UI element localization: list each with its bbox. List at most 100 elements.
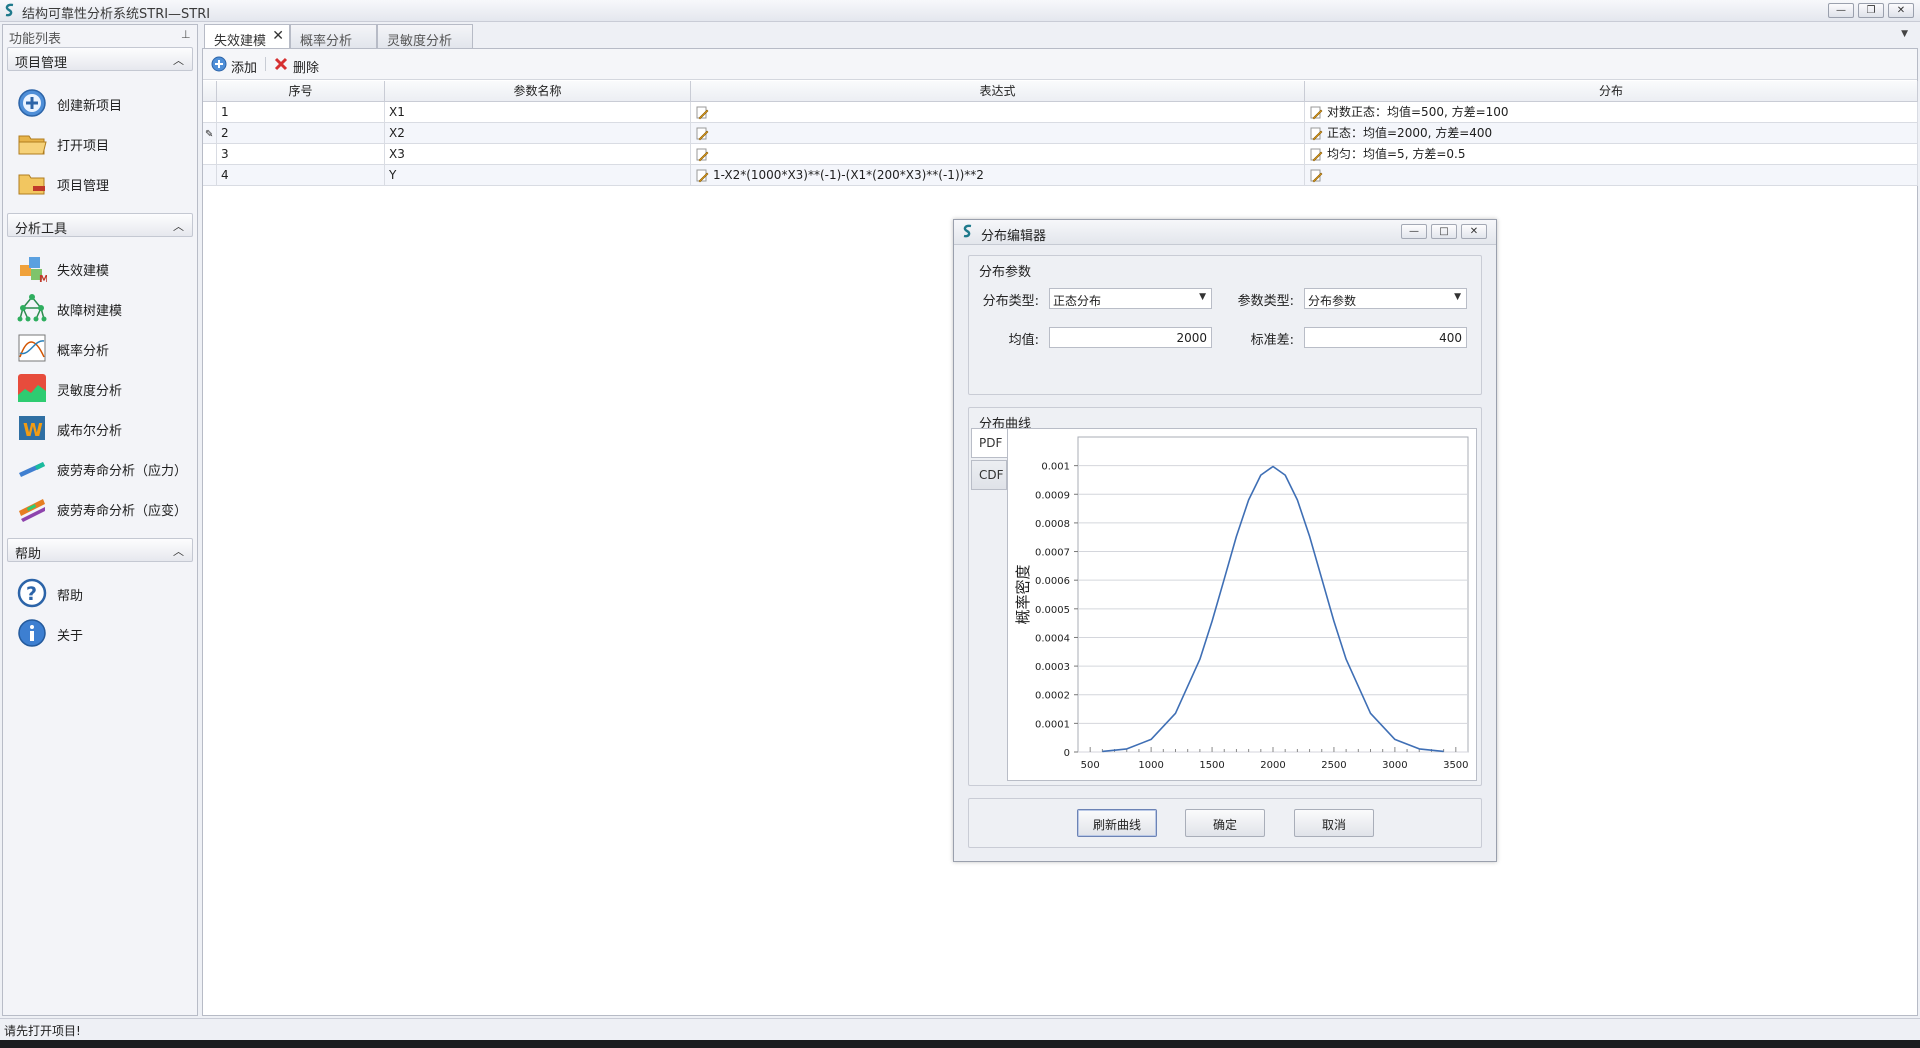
index-cell[interactable]: 4 (217, 165, 385, 186)
row-indicator-header (203, 81, 217, 102)
toolbar: 添加 删除 (203, 49, 1917, 80)
minimize-button[interactable]: — (1828, 3, 1854, 18)
column-header[interactable]: 序号 (217, 81, 385, 102)
close-icon[interactable]: ✕ (272, 28, 284, 44)
add-button[interactable]: 添加 (211, 54, 261, 76)
tab-probability-analysis[interactable]: 概率分析 (290, 24, 377, 49)
edit-row-pencil-icon: ✎ (205, 129, 214, 140)
panel-title: 功能列表 (9, 32, 62, 47)
x-tick-label: 2500 (1321, 760, 1346, 771)
table-row[interactable]: 3 X3 均匀：均值=5, 方差=0.5 (203, 144, 1918, 165)
edit-pencil-icon[interactable] (1309, 148, 1323, 162)
distribution-cell[interactable]: 对数正态：均值=500, 方差=100 (1305, 102, 1918, 123)
sidebar-item-create-project[interactable]: 创建新项目 (13, 85, 193, 121)
edit-pencil-icon[interactable] (1309, 106, 1323, 120)
expression-cell[interactable] (691, 123, 1305, 144)
sidebar-item-about[interactable]: 关于 (13, 615, 193, 651)
column-header[interactable]: 分布 (1305, 81, 1918, 102)
group-header-analysis-tools[interactable]: 分析工具 ︿ (7, 213, 193, 237)
edit-pencil-icon[interactable] (1309, 169, 1323, 183)
sidebar-item-fatigue-stress[interactable]: 疲劳寿命分析（应力） (13, 450, 193, 486)
close-button[interactable]: ✕ (1888, 3, 1914, 18)
nav-label: 灵敏度分析 (57, 384, 123, 399)
ok-button[interactable]: 确定 (1185, 809, 1265, 837)
index-cell[interactable]: 3 (217, 144, 385, 165)
chevron-down-icon: ▼ (1199, 292, 1206, 302)
tab-sensitivity-analysis[interactable]: 灵敏度分析 (377, 24, 473, 49)
button-label: 添加 (231, 61, 258, 76)
tab-failure-modeling[interactable]: 失效建模 ✕ (204, 24, 290, 49)
x-tick-label: 2000 (1260, 760, 1285, 771)
cancel-button[interactable]: 取消 (1294, 809, 1374, 837)
delete-button[interactable]: 删除 (273, 54, 323, 76)
add-circle-icon (211, 56, 227, 72)
refresh-curve-button[interactable]: 刷新曲线 (1077, 809, 1157, 837)
sidebar-item-help[interactable]: ? 帮助 (13, 575, 193, 611)
fault-tree-icon (17, 293, 47, 323)
restore-button[interactable]: ❐ (1858, 3, 1884, 18)
std-input[interactable]: 400 (1304, 327, 1467, 348)
expression-cell[interactable]: 1-X2*(1000*X3)**(-1)-(X1*(200*X3)**(-1))… (691, 165, 1305, 186)
dialog-close-button[interactable]: ✕ (1461, 224, 1487, 239)
pin-icon[interactable]: ⊥ (181, 28, 191, 41)
group-header-project[interactable]: 项目管理 ︿ (7, 47, 193, 71)
distribution-cell[interactable]: 正态：均值=2000, 方差=400 (1305, 123, 1918, 144)
title-bar: 结构可靠性分析系统STRI—STRI — ❐ ✕ (0, 0, 1920, 22)
param-type-select[interactable]: 分布参数 ▼ (1304, 288, 1467, 309)
expression-cell[interactable] (691, 102, 1305, 123)
name-cell[interactable]: Y (385, 165, 691, 186)
edit-pencil-icon[interactable] (695, 169, 709, 183)
sidebar-item-failure-modeling[interactable]: M 失效建模 (13, 250, 193, 286)
index-cell[interactable]: 1 (217, 102, 385, 123)
sidebar-item-fatigue-strain[interactable]: 疲劳寿命分析（应变） (13, 490, 193, 526)
button-label: 确定 (1212, 818, 1237, 832)
open-folder-icon (17, 128, 47, 158)
edit-pencil-icon[interactable] (695, 127, 709, 141)
mean-input[interactable]: 2000 (1049, 327, 1212, 348)
y-tick-label: 0.0008 (1035, 519, 1070, 530)
name-cell[interactable]: X1 (385, 102, 691, 123)
row-indicator (203, 102, 217, 123)
edit-pencil-icon[interactable] (695, 148, 709, 162)
sidebar-item-probability-analysis[interactable]: 概率分析 (13, 330, 193, 366)
table-row[interactable]: 1 X1 对数正态：均值=500, 方差=100 (203, 102, 1918, 123)
table-row[interactable]: ✎ 2 X2 正态：均值=2000, 方差=400 (203, 123, 1918, 144)
nav-label: 威布尔分析 (57, 424, 123, 439)
std-label: 标准差: (1250, 333, 1294, 348)
param-type-label: 参数类型: (1237, 294, 1294, 309)
distribution-cell[interactable] (1305, 165, 1918, 186)
index-cell[interactable]: 2 (217, 123, 385, 144)
y-tick-label: 0 (1064, 748, 1070, 759)
table-row[interactable]: 4 Y 1-X2*(1000*X3)**(-1)-(X1*(200*X3)**(… (203, 165, 1918, 186)
group-header-help[interactable]: 帮助 ︿ (7, 538, 193, 562)
column-header[interactable]: 参数名称 (385, 81, 691, 102)
add-circle-icon (17, 88, 47, 118)
y-tick-label: 0.0004 (1035, 633, 1070, 644)
distribution-text: 正态：均值=2000, 方差=400 (1327, 126, 1493, 140)
delete-x-icon (273, 56, 289, 72)
name-cell[interactable]: X2 (385, 123, 691, 144)
expression-cell[interactable] (691, 144, 1305, 165)
edit-pencil-icon[interactable] (1309, 127, 1323, 141)
sidebar-item-sensitivity-analysis[interactable]: 灵敏度分析 (13, 370, 193, 406)
dialog-title-bar[interactable]: 分布编辑器 — □ ✕ (954, 220, 1496, 245)
strain-beam-icon (17, 493, 47, 523)
y-tick-label: 0.001 (1041, 462, 1070, 473)
sidebar-item-project-management[interactable]: 项目管理 (13, 165, 193, 201)
chevron-down-icon[interactable]: ▼ (1901, 29, 1908, 39)
dialog-minimize-button[interactable]: — (1401, 224, 1427, 239)
sidebar-item-weibull-analysis[interactable]: W 威布尔分析 (13, 410, 193, 446)
dist-type-select[interactable]: 正态分布 ▼ (1049, 288, 1212, 309)
sidebar-item-fault-tree[interactable]: 故障树建模 (13, 290, 193, 326)
column-header[interactable]: 表达式 (691, 81, 1305, 102)
dialog-maximize-button[interactable]: □ (1431, 224, 1457, 239)
tab-pdf[interactable]: PDF (971, 428, 1007, 458)
nav-label: 概率分析 (57, 344, 110, 359)
tab-cdf[interactable]: CDF (971, 460, 1007, 490)
dist-type-label: 分布类型: (982, 294, 1039, 309)
sidebar-item-open-project[interactable]: 打开项目 (13, 125, 193, 161)
sensitivity-chart-icon (17, 373, 47, 403)
name-cell[interactable]: X3 (385, 144, 691, 165)
distribution-cell[interactable]: 均匀：均值=5, 方差=0.5 (1305, 144, 1918, 165)
edit-pencil-icon[interactable] (695, 106, 709, 120)
